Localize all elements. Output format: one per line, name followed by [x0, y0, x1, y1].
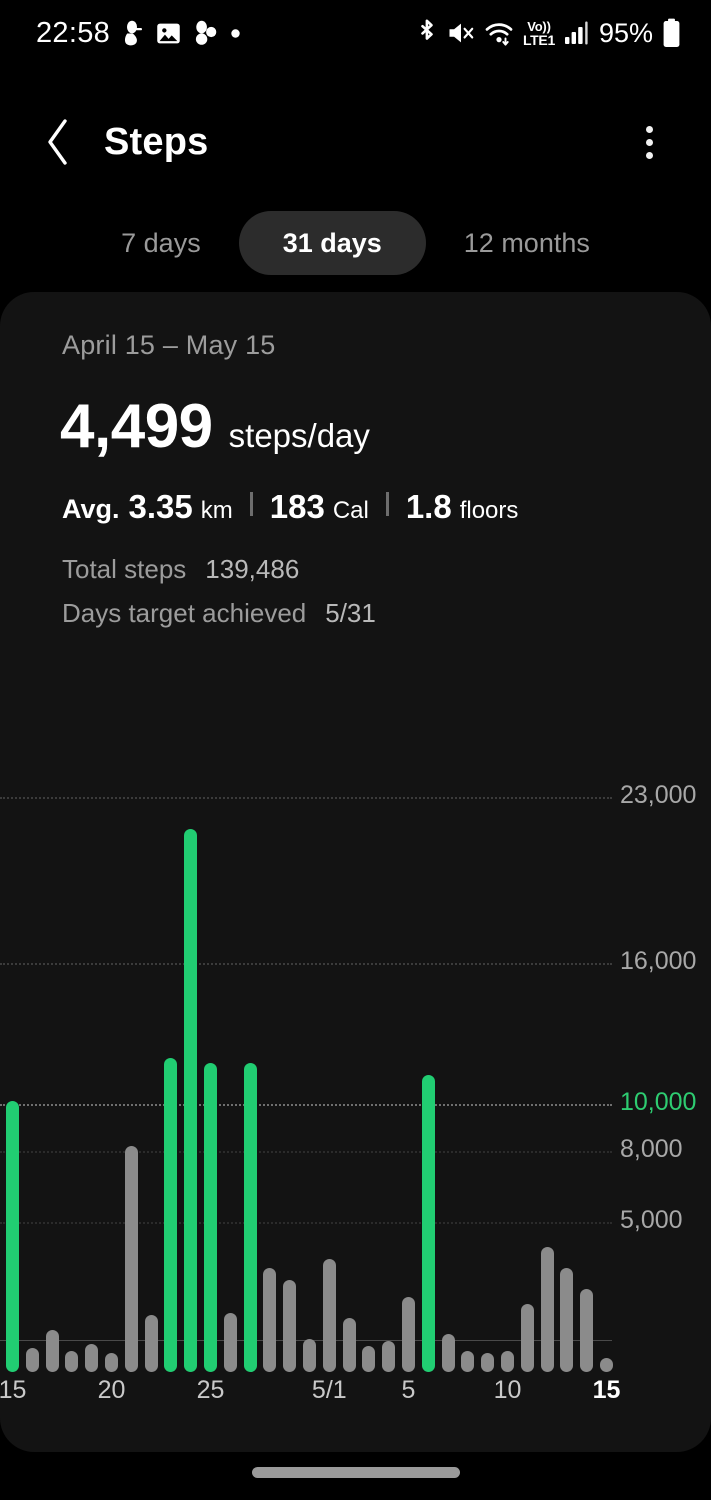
app-bar: Steps — [0, 96, 711, 188]
status-bar: 22:58 Vo)) LTE1 95% — [0, 0, 711, 66]
calories-value: 183 — [269, 488, 325, 525]
distance-unit: km — [200, 497, 233, 524]
distance-value: 3.35 — [128, 488, 193, 525]
bar-18[interactable] — [65, 1350, 79, 1372]
chart-bars — [0, 794, 613, 1372]
x-axis-label-5-1: 5/1 — [311, 1376, 347, 1404]
floors-value: 1.8 — [405, 488, 452, 525]
bar-16[interactable] — [25, 1348, 39, 1372]
x-axis-label-15: 15 — [592, 1376, 621, 1404]
bar-26[interactable] — [223, 1313, 237, 1372]
y-axis-label-5000: 5,000 — [620, 1206, 683, 1235]
y-axis-label-8000: 8,000 — [620, 1135, 683, 1164]
home-indicator[interactable] — [251, 1467, 460, 1478]
average-steps-unit: steps/day — [228, 417, 370, 454]
battery-icon — [662, 18, 681, 48]
days-target-row: Days target achieved 5/31 — [62, 598, 376, 629]
bar-30[interactable] — [303, 1338, 316, 1372]
days-target-value: 5/31 — [325, 598, 376, 628]
tab-31-days[interactable]: 31 days — [238, 211, 426, 275]
volte-top-label: Vo)) — [527, 18, 551, 34]
bar-29[interactable] — [283, 1280, 297, 1372]
status-bar-right: Vo)) LTE1 95% — [416, 18, 711, 48]
bar-5/1[interactable] — [322, 1258, 336, 1372]
bar-25[interactable] — [204, 1062, 217, 1372]
bar-23[interactable] — [164, 1058, 178, 1372]
bar-6[interactable] — [421, 1074, 435, 1372]
bar-22[interactable] — [144, 1315, 158, 1372]
total-steps-row: Total steps 139,486 — [62, 554, 299, 585]
period-tabs: 7 days 31 days 12 months — [0, 210, 711, 276]
back-button[interactable] — [22, 106, 94, 178]
x-axis-label-15: 15 — [0, 1376, 27, 1404]
bar-3[interactable] — [362, 1346, 376, 1372]
bar-10[interactable] — [501, 1350, 514, 1372]
average-steps-value: 4,499 — [60, 392, 213, 461]
bar-20[interactable] — [105, 1353, 118, 1372]
bar-9[interactable] — [481, 1353, 495, 1372]
bar-4[interactable] — [382, 1341, 396, 1372]
bar-11[interactable] — [520, 1303, 534, 1372]
do-not-disturb-icon — [121, 20, 145, 46]
y-axis-label-10000: 10,000 — [620, 1088, 697, 1117]
wifi-icon — [484, 19, 514, 47]
days-target-label: Days target achieved — [62, 598, 307, 628]
metric-separator-2 — [385, 492, 389, 516]
x-axis-label-20: 20 — [97, 1376, 126, 1404]
mute-icon — [447, 19, 475, 47]
dot-icon — [230, 28, 241, 39]
phone-screen: 22:58 Vo)) LTE1 95% Steps 7 days 31 days… — [0, 0, 711, 1500]
overflow-dot-3 — [645, 151, 653, 159]
bar-24[interactable] — [184, 829, 198, 1372]
signal-icon — [564, 20, 590, 46]
metrics-row: Avg. 3.35 km 183 Cal 1.8 floors — [62, 488, 518, 526]
steps-bar-chart[interactable]: 23,000 16,000 10,000 8,000 5,000 15 20 25 5/1 5 1… — [0, 762, 711, 1452]
overflow-dot-1 — [645, 125, 653, 133]
bar-7[interactable] — [441, 1334, 455, 1372]
samsung-cloud-icon — [192, 20, 219, 46]
bar-28[interactable] — [263, 1268, 277, 1372]
bar-15[interactable] — [6, 1100, 19, 1372]
bar-19[interactable] — [85, 1343, 99, 1372]
y-axis-label-23000: 23,000 — [620, 781, 697, 810]
status-bar-clock: 22:58 — [36, 16, 111, 49]
bar-21[interactable] — [124, 1145, 138, 1372]
bluetooth-icon — [416, 18, 438, 48]
avg-label: Avg. — [62, 494, 120, 524]
bar-2[interactable] — [342, 1317, 356, 1372]
page-title: Steps — [104, 120, 209, 163]
total-steps-label: Total steps — [62, 554, 187, 584]
chevron-left-icon — [48, 119, 67, 165]
overflow-dot-2 — [645, 138, 653, 146]
y-axis-label-16000: 16,000 — [620, 946, 697, 975]
total-steps-value: 139,486 — [205, 554, 300, 584]
bar-14[interactable] — [580, 1289, 594, 1372]
bar-12[interactable] — [540, 1246, 554, 1372]
chart-plot-area — [0, 762, 613, 1372]
bar-27[interactable] — [243, 1062, 257, 1372]
x-axis-label-5: 5 — [401, 1376, 416, 1404]
x-axis-label-10: 10 — [493, 1376, 522, 1404]
average-steps-row: 4,499 steps/day — [60, 396, 370, 458]
tab-7-days[interactable]: 7 days — [83, 211, 239, 275]
bar-17[interactable] — [45, 1329, 59, 1372]
status-bar-left: 22:58 — [0, 16, 241, 49]
bar-5[interactable] — [402, 1296, 415, 1372]
overflow-menu-icon[interactable] — [621, 114, 677, 170]
volte-bottom-label: LTE1 — [522, 31, 555, 48]
bar-8[interactable] — [461, 1350, 475, 1372]
bar-13[interactable] — [560, 1268, 574, 1372]
metric-separator-1 — [249, 492, 253, 516]
tab-12-months[interactable]: 12 months — [426, 211, 628, 275]
floors-unit: floors — [459, 497, 519, 524]
bar-15[interactable] — [600, 1357, 613, 1372]
date-range-label: April 15 – May 15 — [62, 330, 276, 360]
battery-percent-label: 95% — [598, 17, 653, 48]
steps-summary-card: April 15 – May 15 4,499 steps/day Avg. 3… — [0, 292, 711, 1452]
x-axis-label-25: 25 — [196, 1376, 225, 1404]
volte-icon: Vo)) LTE1 — [523, 20, 555, 47]
calories-unit: Cal — [332, 497, 369, 524]
image-icon — [156, 21, 181, 46]
